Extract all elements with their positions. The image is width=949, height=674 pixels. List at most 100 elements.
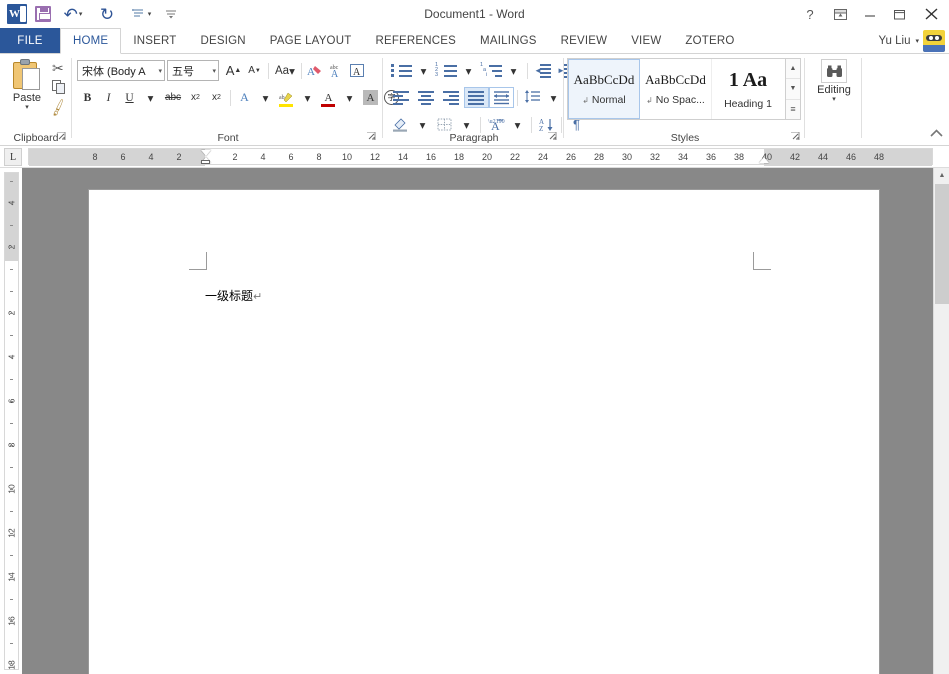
font-dialog-launcher[interactable] <box>366 131 377 143</box>
line-spacing-icon[interactable] <box>521 87 543 108</box>
scroll-up-icon[interactable]: ▲ <box>934 168 949 183</box>
character-shading-icon[interactable]: A <box>360 87 381 108</box>
close-button[interactable] <box>915 0 949 28</box>
shrink-font-button[interactable]: A ▼ <box>244 60 265 81</box>
styles-gallery-scrollbar[interactable]: ▲ ▼ ≡ <box>786 58 801 120</box>
subscript-button[interactable]: x2 <box>185 87 206 108</box>
format-painter-icon[interactable]: 🖌 <box>48 98 69 119</box>
account-chevron-down-icon[interactable]: ▾ <box>915 37 919 45</box>
horizontal-ruler[interactable]: L 8 6 4 2 2 4 6 8 10 12 14 16 18 20 22 24 26 28 30 32 34 36 38… <box>0 146 949 168</box>
paste-button[interactable]: Paste ▾ <box>6 59 48 121</box>
grow-font-button[interactable]: A ▲ <box>223 60 244 81</box>
user-name-label[interactable]: Yu Liu <box>879 35 911 47</box>
text-effects-chevron-down-icon[interactable]: ▾ <box>255 87 276 108</box>
italic-button[interactable]: I <box>98 87 119 108</box>
tab-review[interactable]: REVIEW <box>549 28 620 53</box>
vertical-ruler-tick <box>10 203 13 204</box>
save-icon[interactable] <box>30 2 56 26</box>
paragraph-dialog-launcher[interactable] <box>547 131 558 143</box>
word-logo-icon[interactable]: W <box>4 2 30 26</box>
bold-button[interactable]: B <box>77 87 98 108</box>
font-size-combobox[interactable]: 五号 ▾ <box>167 60 219 81</box>
change-case-button[interactable]: Aa ▾ <box>272 60 298 81</box>
vertical-scrollbar[interactable]: ▲ <box>933 168 949 674</box>
line-spacing-chevron-down-icon[interactable]: ▾ <box>543 87 564 108</box>
tab-design[interactable]: DESIGN <box>188 28 257 53</box>
restore-button[interactable] <box>885 0 915 28</box>
customize-qat-icon[interactable] <box>158 2 184 26</box>
strikethrough-button[interactable]: abc <box>161 87 185 108</box>
font-color-chevron-down-icon[interactable]: ▾ <box>339 87 360 108</box>
text-highlight-color-icon[interactable]: ab <box>276 87 297 108</box>
style-item-heading-1[interactable]: 1 Aa Heading 1 <box>712 59 784 119</box>
styles-dialog-launcher[interactable] <box>790 131 801 143</box>
collapse-ribbon-icon[interactable] <box>930 129 943 141</box>
underline-chevron-down-icon[interactable]: ▾ <box>140 87 161 108</box>
styles-more-icon[interactable]: ≡ <box>786 100 800 119</box>
tab-zotero[interactable]: ZOTERO <box>673 28 746 53</box>
font-color-icon[interactable]: A <box>318 87 339 108</box>
document-canvas[interactable]: 一级标题↵ <box>22 168 949 674</box>
character-border-icon[interactable]: A <box>347 60 368 81</box>
touch-mode-icon[interactable]: ▾ <box>124 2 158 26</box>
style-item-no-spacing[interactable]: AaBbCcDd ↲ No Spac... <box>640 59 712 119</box>
tab-stop-selector[interactable]: L <box>4 148 22 166</box>
ribbon-display-options-button[interactable] <box>825 0 855 28</box>
tab-insert[interactable]: INSERT <box>121 28 188 53</box>
redo-icon[interactable]: ↻ <box>90 2 124 26</box>
phonetic-guide-icon[interactable]: abc A <box>326 60 347 81</box>
styles-scroll-down-icon[interactable]: ▼ <box>786 79 800 100</box>
paste-chevron-down-icon[interactable]: ▾ <box>25 103 29 111</box>
superscript-button[interactable]: x2 <box>206 87 227 108</box>
vertical-ruler-tick <box>10 467 13 468</box>
cut-icon[interactable]: ✂ <box>52 60 64 77</box>
align-right-icon[interactable] <box>439 87 464 108</box>
help-button[interactable]: ? <box>795 0 825 28</box>
ruler-tick-label: 6 <box>288 152 294 162</box>
tab-file[interactable]: FILE <box>0 28 60 53</box>
styles-scroll-up-icon[interactable]: ▲ <box>786 59 800 80</box>
minimize-button[interactable] <box>855 0 885 28</box>
text-effects-icon[interactable]: A <box>234 87 255 108</box>
clear-formatting-icon[interactable]: A <box>305 60 326 81</box>
highlight-chevron-down-icon[interactable]: ▾ <box>297 87 318 108</box>
document-body-text[interactable]: 一级标题↵ <box>205 287 262 304</box>
tab-references[interactable]: REFERENCES <box>363 28 468 53</box>
style-item-normal[interactable]: AaBbCcDd ↲ Normal <box>568 59 640 119</box>
ribbon-group-styles: AaBbCcDd ↲ Normal AaBbCcDd ↲ No Spac... … <box>565 54 805 146</box>
ruler-tick-label: 22 <box>509 152 521 162</box>
vertical-ruler-track[interactable]: 4224681012141618 <box>4 172 19 670</box>
avatar[interactable] <box>923 30 945 52</box>
vertical-ruler-tick <box>10 401 13 402</box>
font-name-combobox[interactable]: 宋体 (Body A ▾ <box>77 60 165 81</box>
tab-page-layout[interactable]: PAGE LAYOUT <box>258 28 364 53</box>
vertical-ruler[interactable]: 4224681012141618 <box>0 168 22 674</box>
editing-button[interactable]: Editing ▾ <box>814 59 854 121</box>
vertical-ruler-tick <box>10 511 13 512</box>
scrollbar-thumb[interactable] <box>935 184 949 304</box>
tab-view[interactable]: VIEW <box>619 28 673 53</box>
multilevel-list-icon[interactable]: 1 a i <box>479 60 503 81</box>
justify-icon[interactable] <box>464 87 489 108</box>
document-page[interactable]: 一级标题↵ <box>88 189 880 674</box>
clipboard-dialog-launcher[interactable] <box>56 131 67 143</box>
editing-chevron-down-icon[interactable]: ▾ <box>832 95 836 103</box>
decrease-indent-icon[interactable]: ◄ <box>531 60 554 81</box>
bullets-icon[interactable] <box>389 60 413 81</box>
tab-home[interactable]: HOME <box>60 28 122 54</box>
align-left-icon[interactable] <box>389 87 414 108</box>
vertical-ruler-tick <box>10 489 13 490</box>
distributed-icon[interactable] <box>489 87 514 108</box>
center-icon[interactable] <box>414 87 439 108</box>
multilevel-chevron-down-icon[interactable]: ▾ <box>503 60 524 81</box>
copy-icon[interactable] <box>52 80 66 94</box>
numbering-chevron-down-icon[interactable]: ▾ <box>458 60 479 81</box>
horizontal-ruler-track[interactable]: 8 6 4 2 2 4 6 8 10 12 14 16 18 20 22 24 26 28 30 32 34 36 38 40… <box>28 148 933 166</box>
tab-mailings[interactable]: MAILINGS <box>468 28 549 53</box>
underline-button[interactable]: U <box>119 87 140 108</box>
ruler-tick-label: 42 <box>789 152 801 162</box>
vertical-ruler-tick <box>10 335 13 336</box>
undo-icon[interactable]: ↶ ▾ <box>56 2 90 26</box>
bullets-chevron-down-icon[interactable]: ▾ <box>413 60 434 81</box>
numbering-icon[interactable]: 1 2 3 <box>434 60 458 81</box>
